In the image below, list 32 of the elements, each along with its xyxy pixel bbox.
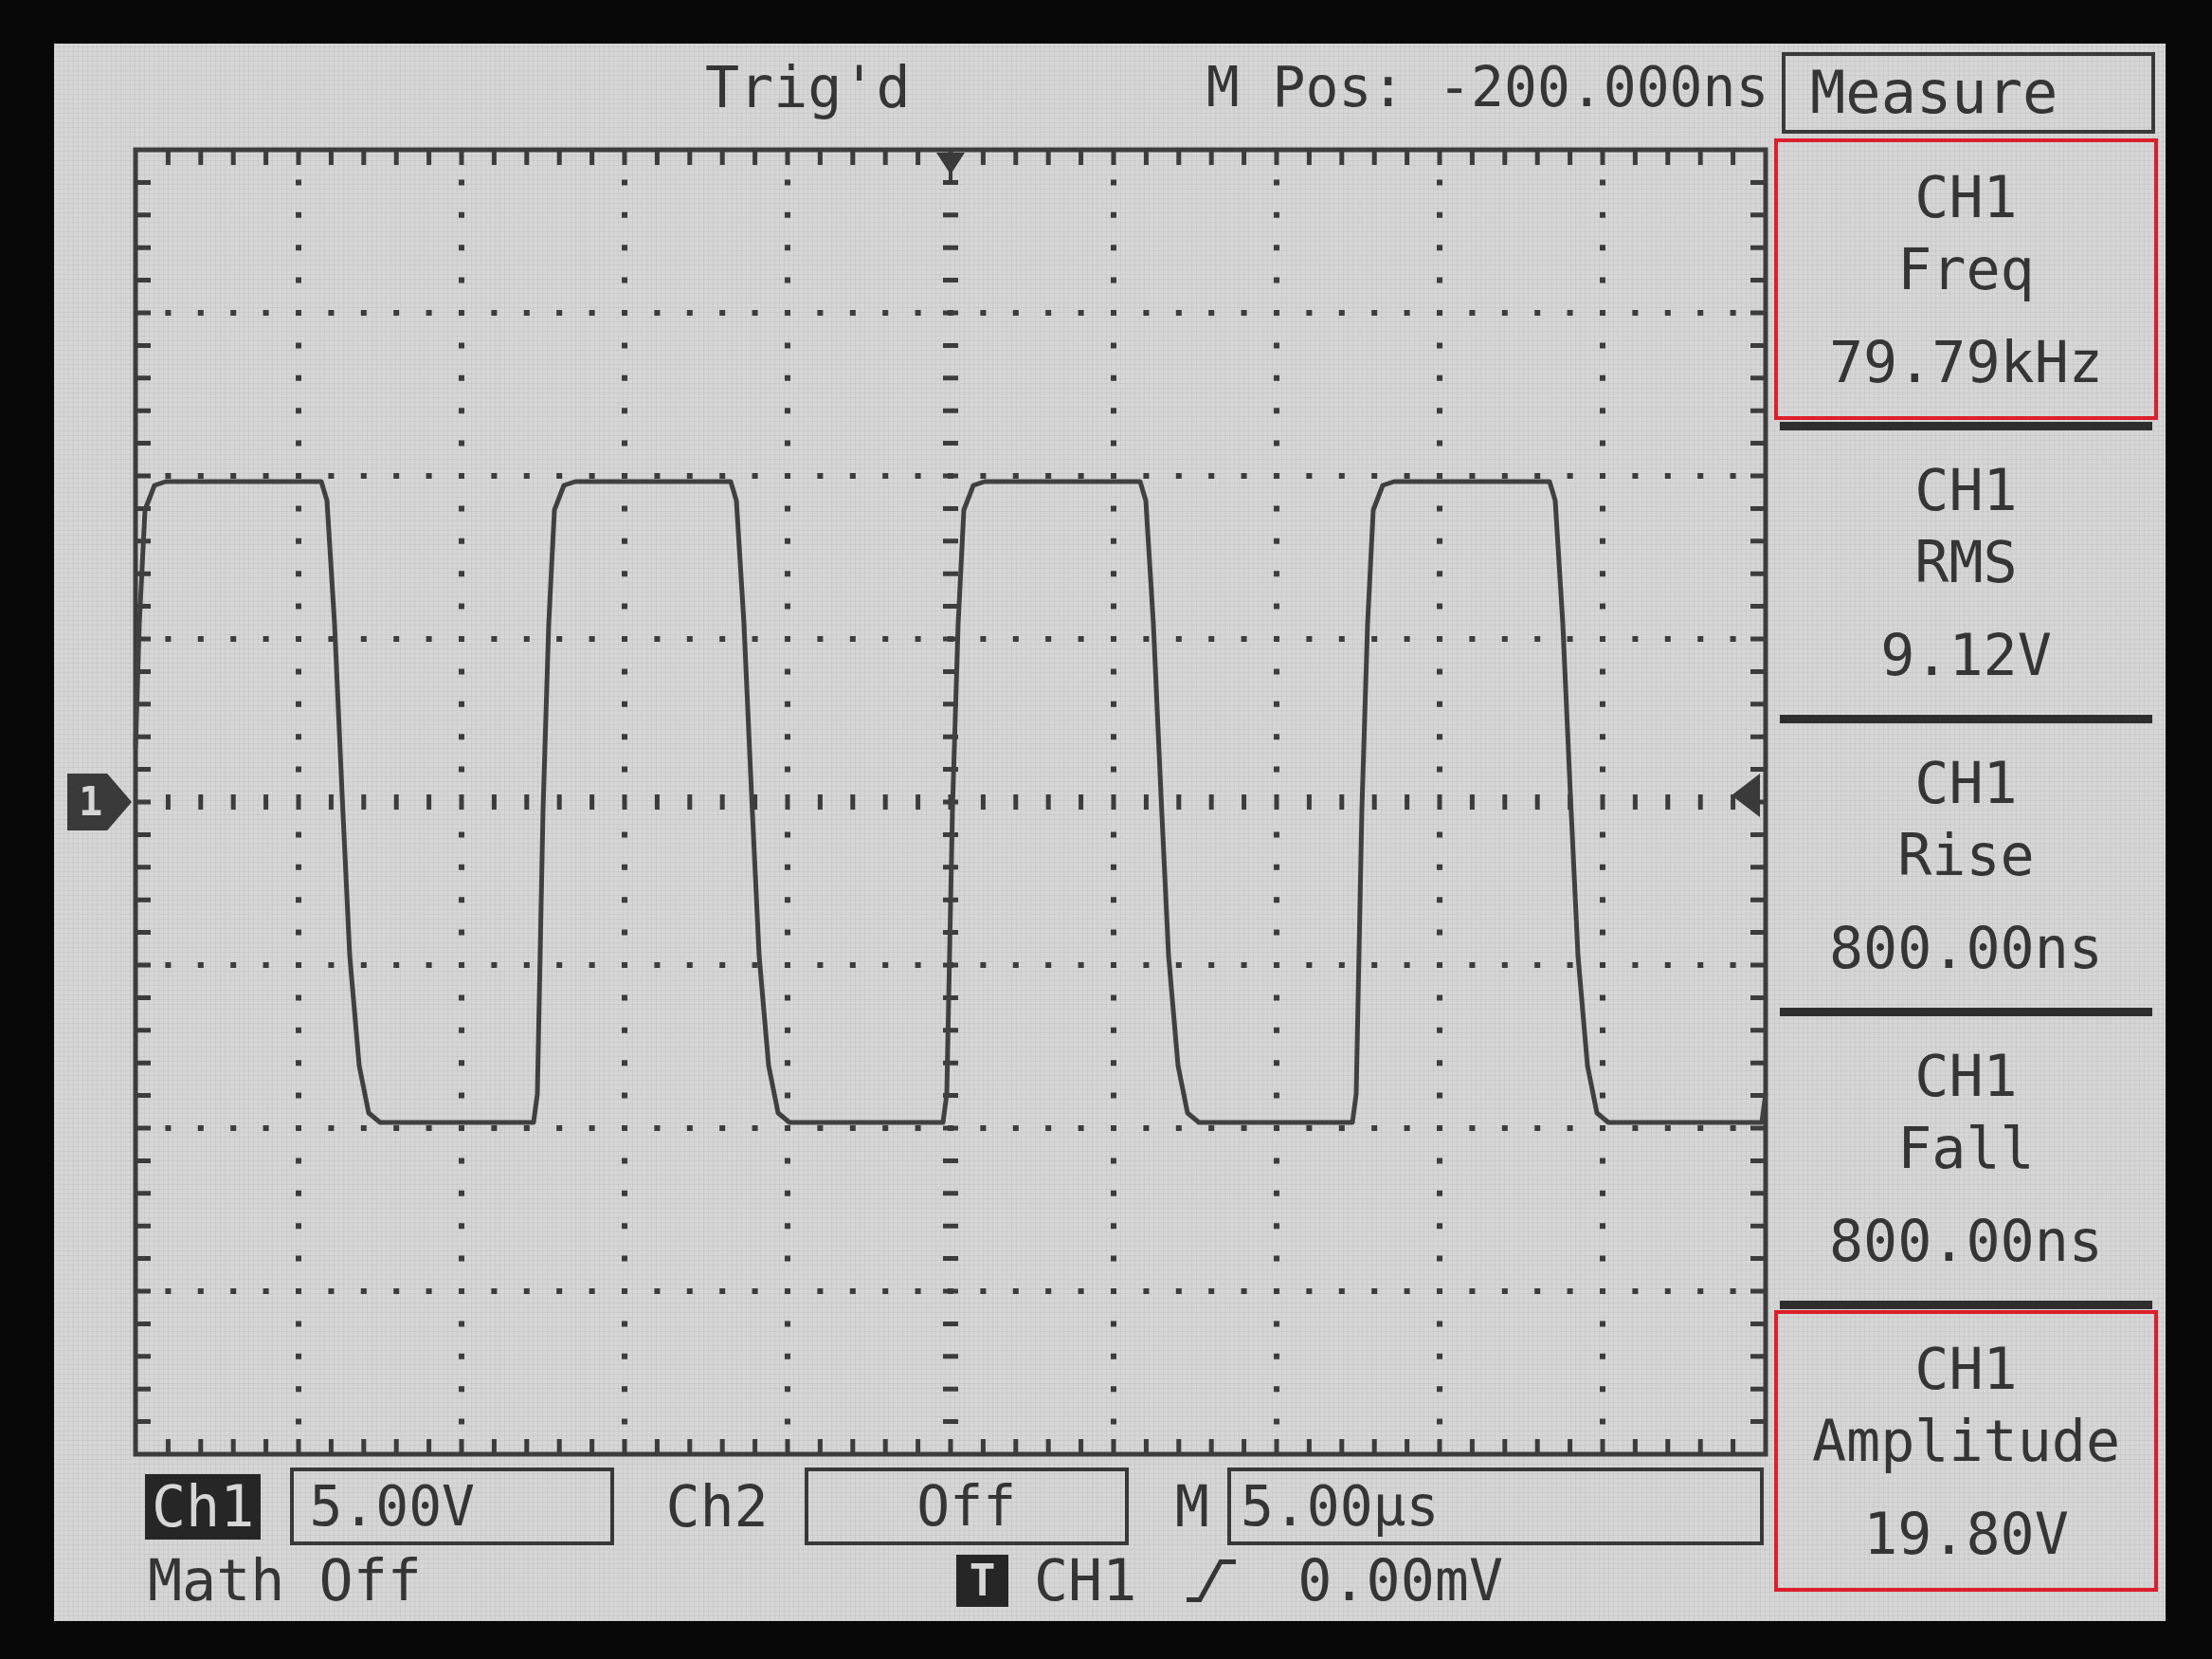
- channel-label: CH1: [1914, 1335, 2018, 1404]
- trigger-status: Trig'd: [705, 57, 911, 118]
- math-status: Math Off: [148, 1551, 422, 1610]
- menu-header: Measure: [1782, 52, 2155, 134]
- measurement-name: Amplitude: [1811, 1407, 2121, 1476]
- arrow-left-icon: [1732, 774, 1760, 817]
- channel-label: Ch2: [664, 1473, 770, 1540]
- measurement-name: RMS: [1914, 528, 2018, 597]
- measurement-value: 79.79kHz: [1829, 328, 2103, 397]
- channel-label: CH1: [1914, 1042, 2018, 1111]
- channel-label: CH1: [1914, 456, 2018, 525]
- measurement-value: 800.00ns: [1829, 914, 2103, 983]
- measurement-value: 19.80V: [1863, 1500, 2069, 1569]
- scale-readout: 5.00V: [290, 1468, 615, 1545]
- rising-edge-icon: [1187, 1559, 1237, 1602]
- trigger-badge: T: [956, 1554, 1008, 1607]
- channel-marker: 1: [67, 774, 132, 830]
- timebase-label: M: [1174, 1473, 1209, 1540]
- trigger-source: CH1: [1034, 1551, 1137, 1610]
- timebase-readout: 5.00µs: [1226, 1468, 1764, 1545]
- measurement-name: Rise: [1897, 821, 2035, 890]
- arrow-down-icon: [936, 153, 965, 183]
- measurement-name: Fall: [1897, 1114, 2035, 1183]
- scale-readout: Off: [804, 1468, 1129, 1545]
- measurement-name: Freq: [1897, 235, 2035, 304]
- channel-label: CH1: [1914, 749, 2018, 818]
- channel-label: Ch1: [145, 1473, 262, 1540]
- trigger-level: 0.00mV: [1297, 1551, 1504, 1610]
- position-readout: M Pos: -200.000ns: [1206, 57, 1769, 118]
- channel-label: CH1: [1914, 163, 2018, 232]
- measurement-value: 800.00ns: [1829, 1207, 2103, 1276]
- measurement-value: 9.12V: [1880, 621, 2052, 690]
